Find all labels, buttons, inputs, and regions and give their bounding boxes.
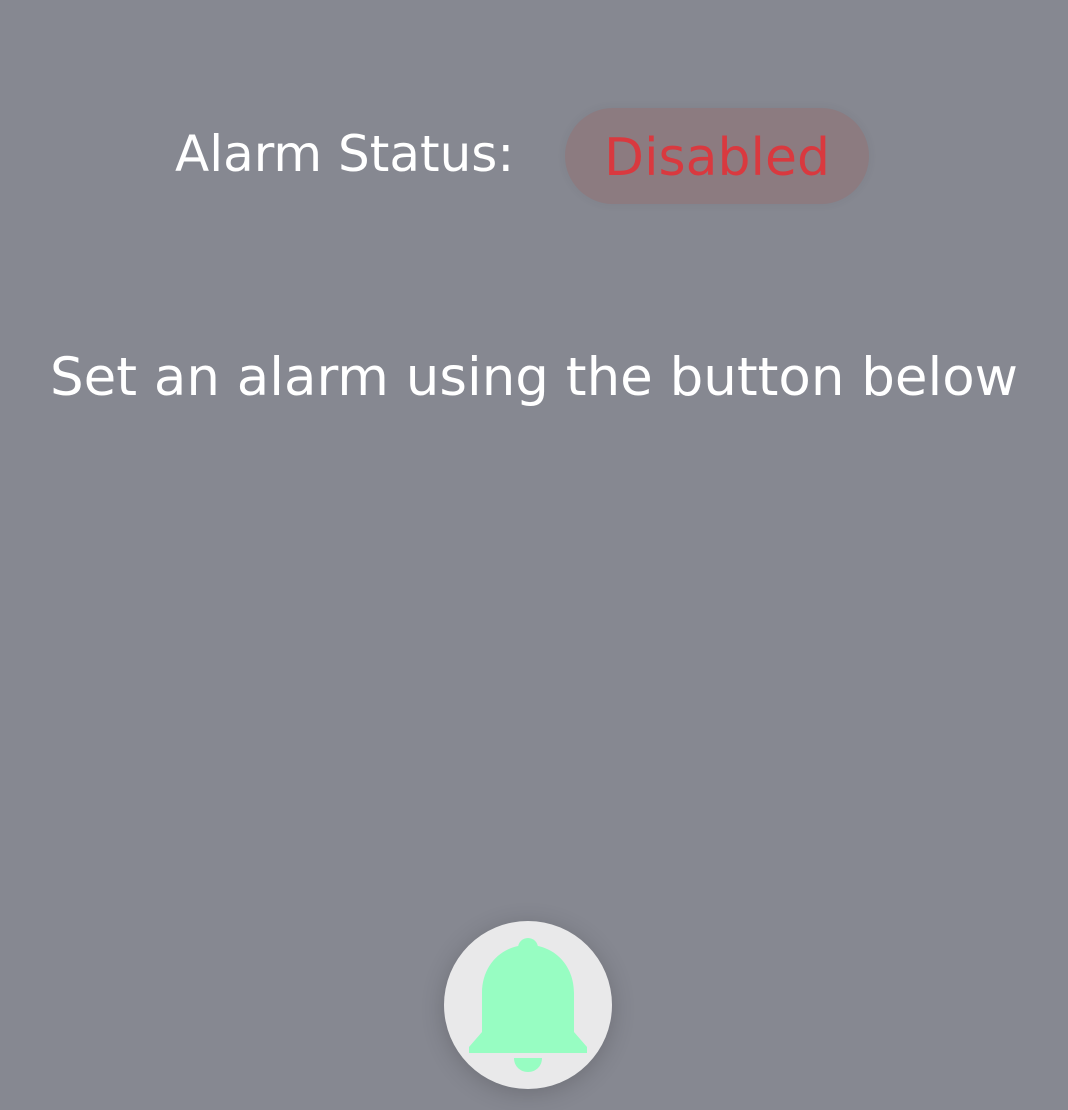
- instruction-text: Set an alarm using the button below: [49, 347, 1019, 408]
- set-alarm-button[interactable]: [444, 921, 612, 1089]
- alarm-status-label: Alarm Status:: [175, 125, 515, 183]
- alarm-status-row: Alarm Status: Disabled: [0, 108, 1068, 204]
- alarm-status-value: Disabled: [604, 128, 830, 188]
- bell-icon: [469, 938, 587, 1072]
- alarm-status-badge: Disabled: [565, 108, 869, 204]
